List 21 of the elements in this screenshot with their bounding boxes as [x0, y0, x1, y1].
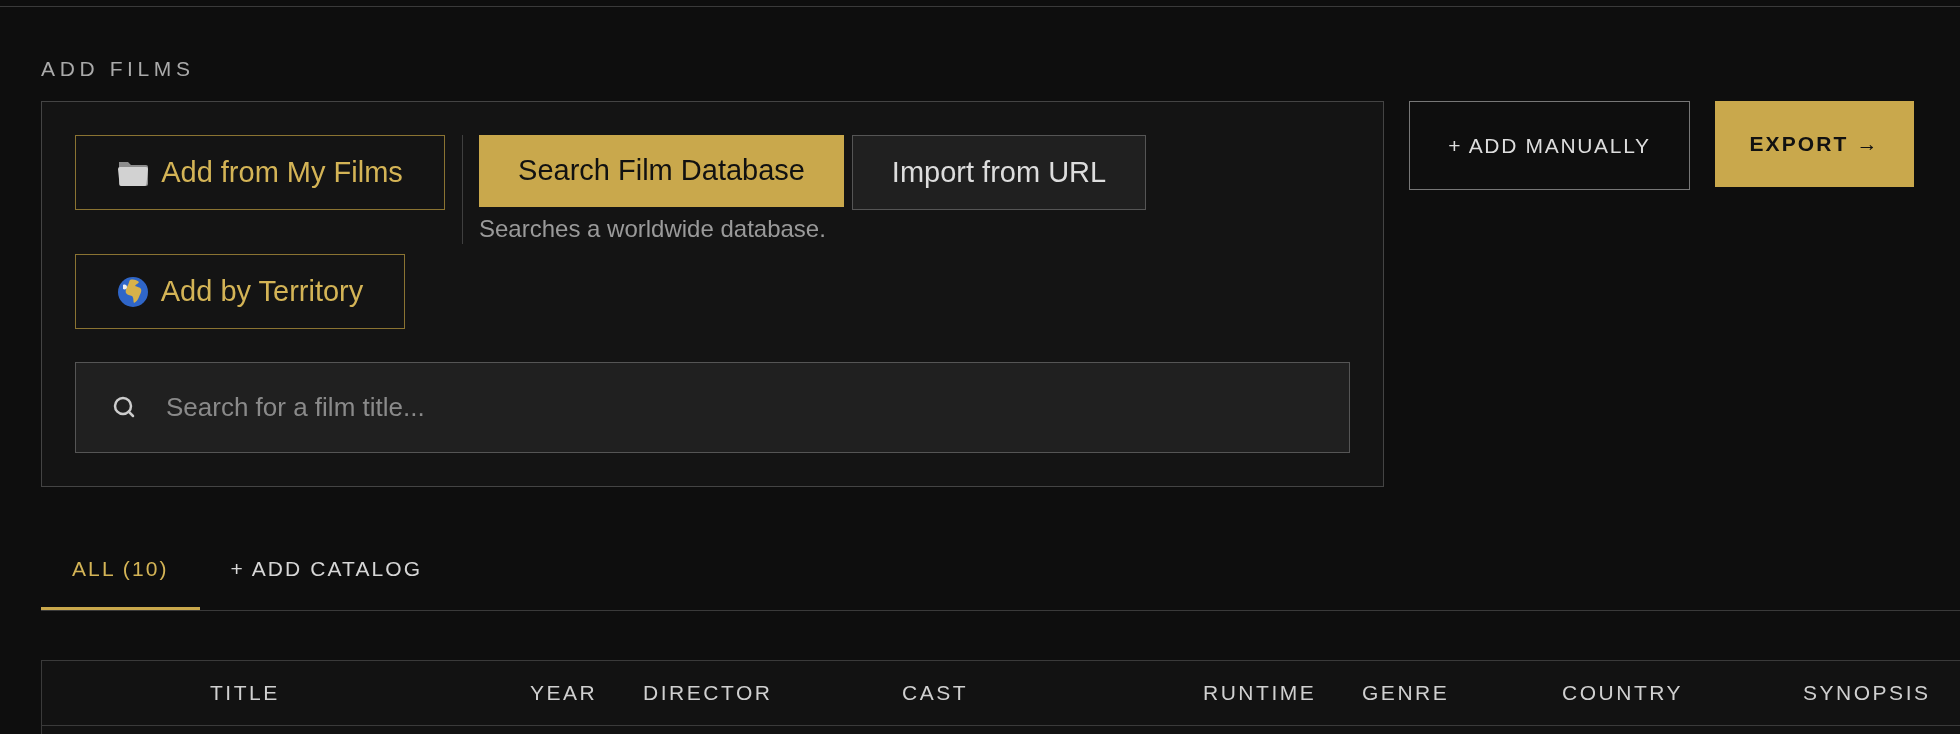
column-header: RUNTIME — [1203, 680, 1317, 707]
mode-hint: Searches a worldwide database. — [479, 215, 826, 243]
export-button[interactable]: EXPORT → — [1715, 101, 1914, 187]
add-manually-button[interactable]: + ADD MANUALLY — [1409, 101, 1690, 190]
mode-button[interactable]: Search Film Database — [479, 135, 844, 207]
section-title: ADD FILMS — [41, 57, 195, 81]
column-header: YEAR — [530, 680, 598, 707]
column-header: SYNOPSIS — [1803, 680, 1931, 707]
column-header: GENRE — [1362, 680, 1450, 707]
tab[interactable]: ALL (10) — [41, 530, 200, 610]
column-header: DIRECTOR — [643, 680, 773, 707]
search-field[interactable]: Search for a film title... — [75, 362, 1350, 453]
column-header: CAST — [902, 680, 969, 707]
mode-button[interactable]: Import from URL — [852, 135, 1146, 210]
column-header: TITLE — [210, 680, 280, 707]
my-films-button[interactable]: Add from My Films — [75, 135, 445, 210]
column-header: COUNTRY — [1562, 680, 1684, 707]
territory-button[interactable]: Add by Territory — [75, 254, 405, 329]
tab[interactable]: + ADD CATALOG — [199, 530, 454, 610]
globe-icon — [116, 275, 149, 308]
search-icon — [112, 395, 136, 419]
